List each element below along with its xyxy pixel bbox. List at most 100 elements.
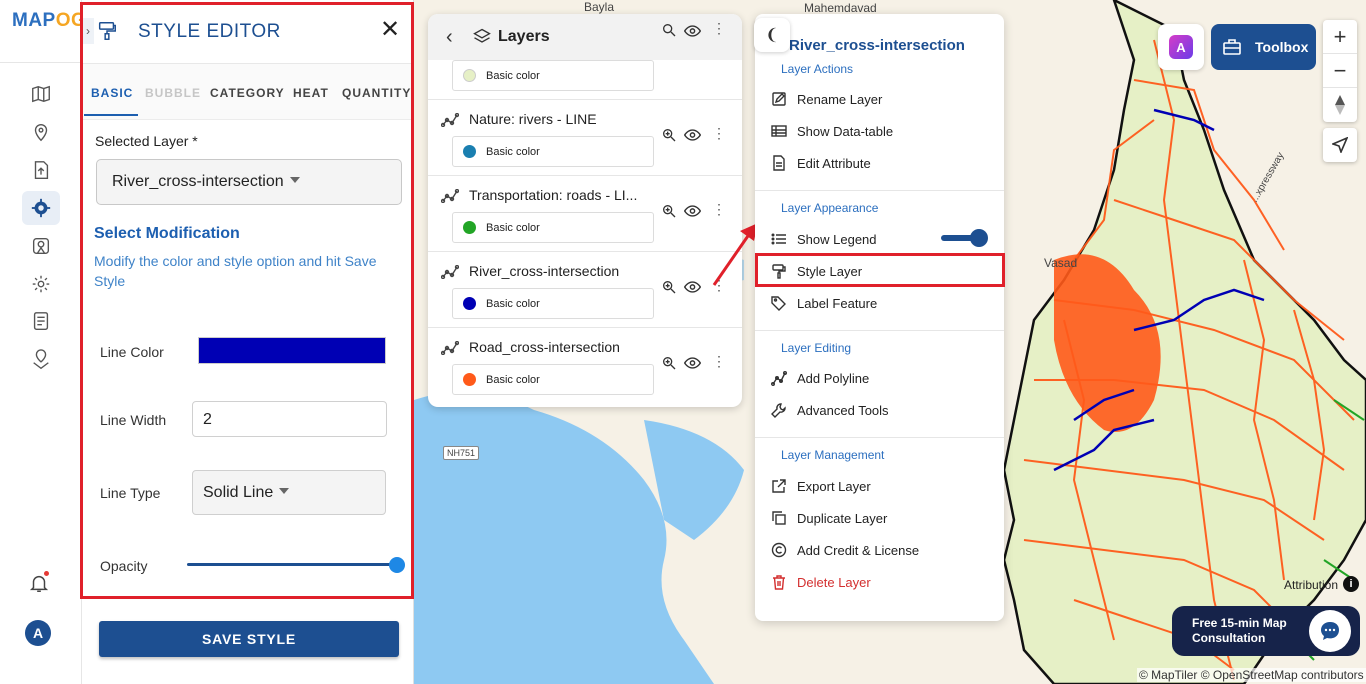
layer-color-picker[interactable]: Basic color xyxy=(452,212,654,243)
chevron-down-icon xyxy=(289,177,300,183)
save-style-button[interactable]: SAVE STYLE xyxy=(99,621,399,657)
edit-icon xyxy=(772,92,786,106)
page-title: STYLE EDITOR xyxy=(138,21,281,42)
toolbox-button[interactable]: Toolbox xyxy=(1211,24,1316,70)
visibility-eye-icon[interactable] xyxy=(684,128,701,142)
paint-roller-icon xyxy=(772,264,786,279)
upload-icon[interactable] xyxy=(22,153,60,187)
menu-item-style-layer[interactable]: Style Layer xyxy=(771,259,1003,285)
opacity-slider-track[interactable] xyxy=(187,563,401,566)
line-width-input[interactable]: 2 xyxy=(192,401,387,437)
close-icon[interactable]: ✕ xyxy=(380,18,400,42)
wrench-icon xyxy=(771,403,786,418)
line-color-label: Line Color xyxy=(100,344,164,360)
info-icon[interactable]: i xyxy=(1343,576,1359,592)
app-logo[interactable]: MAPOG xyxy=(12,10,86,32)
layers-panel: ‹ Layers Basic color ⋮ Nature: rivers - … xyxy=(428,14,742,407)
select-modification-desc: Modify the color and style option and hi… xyxy=(94,253,377,289)
copyright-icon xyxy=(771,542,787,558)
zoom-controls: + − xyxy=(1323,20,1357,122)
line-type-dropdown[interactable]: Solid Line xyxy=(192,470,386,515)
layer-color-picker[interactable]: Basic color xyxy=(452,136,654,167)
collapse-menu-button[interactable]: ❨ xyxy=(754,18,790,52)
tab-heat[interactable]: HEAT xyxy=(293,86,329,100)
visibility-eye-icon[interactable] xyxy=(684,280,701,294)
tab-basic[interactable]: BASIC xyxy=(91,86,133,100)
zoom-to-layer-icon[interactable] xyxy=(661,279,677,295)
cog-icon[interactable] xyxy=(22,267,60,301)
settings-gear-icon[interactable] xyxy=(22,191,60,225)
consultation-banner[interactable]: Free 15-min Map Consultation xyxy=(1172,606,1360,656)
zoom-to-layer-icon[interactable] xyxy=(661,22,677,38)
menu-item-duplicate-layer[interactable]: Duplicate Layer xyxy=(771,506,1003,532)
section-layer-management: Layer Management xyxy=(781,448,885,462)
section-layer-editing: Layer Editing xyxy=(781,341,852,355)
locate-me-button[interactable] xyxy=(1323,128,1357,162)
more-options-icon[interactable]: ⋮ xyxy=(712,353,726,370)
menu-item-delete-layer[interactable]: Delete Layer xyxy=(771,570,1003,596)
menu-item-label-feature[interactable]: Label Feature xyxy=(771,291,1003,317)
selected-layer-dropdown[interactable]: River_cross-intersection xyxy=(96,159,402,205)
visibility-eye-icon[interactable] xyxy=(684,204,701,218)
visibility-eye-icon[interactable] xyxy=(684,356,701,370)
tab-category[interactable]: CATEGORY xyxy=(210,86,285,100)
place-label-mahemdavad: Mahemdavad xyxy=(804,1,877,15)
layer-color-picker[interactable]: Basic color xyxy=(452,60,654,91)
menu-item-show-datatable[interactable]: Show Data-table xyxy=(771,119,1003,145)
divider xyxy=(755,437,1004,438)
analysis-icon[interactable] xyxy=(22,229,60,263)
style-tabs: BASIC BUBBLE CATEGORY HEAT QUANTITY xyxy=(82,64,414,120)
layer-color-picker[interactable]: Basic color xyxy=(452,364,654,395)
selected-layer-label: Selected Layer * xyxy=(95,133,198,149)
show-legend-toggle-thumb[interactable] xyxy=(970,229,988,247)
collapse-panel-button[interactable]: › xyxy=(82,18,94,44)
form-icon[interactable] xyxy=(22,304,60,338)
visibility-eye-icon[interactable] xyxy=(684,24,701,38)
document-icon xyxy=(773,155,785,171)
map-icon[interactable] xyxy=(22,77,60,111)
layer-context-menu: River_cross-intersection Layer Actions R… xyxy=(755,14,1004,621)
compass-button[interactable] xyxy=(1323,88,1357,122)
menu-item-advanced-tools[interactable]: Advanced Tools xyxy=(771,398,1003,424)
road-shield-nh751: NH751 xyxy=(443,446,480,460)
copy-icon xyxy=(772,511,786,525)
layer-row[interactable]: River_cross-intersection Basic color ⋮ xyxy=(428,252,742,328)
color-dot xyxy=(463,69,476,82)
attribution-label[interactable]: Attribution xyxy=(1284,578,1338,592)
layer-row[interactable]: Basic color ⋮ xyxy=(428,20,742,100)
layer-color-picker[interactable]: Basic color xyxy=(452,288,654,319)
zoom-out-button[interactable]: − xyxy=(1323,54,1357,88)
layer-row[interactable]: Nature: rivers - LINE Basic color ⋮ xyxy=(428,100,742,176)
zoom-in-button[interactable]: + xyxy=(1323,20,1357,54)
layer-row[interactable]: Transportation: roads - LI... Basic colo… xyxy=(428,176,742,252)
zoom-to-layer-icon[interactable] xyxy=(661,355,677,371)
line-layer-icon xyxy=(441,113,459,127)
line-width-label: Line Width xyxy=(100,412,167,428)
export-icon xyxy=(772,479,786,493)
briefcase-icon xyxy=(1223,39,1241,55)
layer-row[interactable]: Road_cross-intersection Basic color ⋮ xyxy=(428,328,742,404)
opacity-slider-thumb[interactable] xyxy=(389,557,405,573)
menu-item-export-layer[interactable]: Export Layer xyxy=(771,474,1003,500)
more-options-icon[interactable]: ⋮ xyxy=(712,125,726,142)
layer-name: Transportation: roads - LI... xyxy=(469,187,638,203)
menu-item-rename-layer[interactable]: Rename Layer xyxy=(771,87,1003,113)
ai-assistant-button[interactable]: A xyxy=(1158,24,1204,70)
menu-item-add-credit[interactable]: Add Credit & License xyxy=(771,538,1003,564)
zoom-to-layer-icon[interactable] xyxy=(661,203,677,219)
more-options-icon[interactable]: ⋮ xyxy=(712,20,726,37)
chat-button[interactable] xyxy=(1309,610,1351,652)
location-pin-icon[interactable] xyxy=(22,115,60,149)
style-editor-panel: › STYLE EDITOR ✕ BASIC BUBBLE CATEGORY H… xyxy=(82,0,414,684)
opacity-label: Opacity xyxy=(100,558,148,574)
line-color-swatch[interactable] xyxy=(198,337,386,364)
menu-item-edit-attribute[interactable]: Edit Attribute xyxy=(771,151,1003,177)
zoom-to-layer-icon[interactable] xyxy=(661,127,677,143)
tag-icon xyxy=(771,296,786,311)
menu-item-add-polyline[interactable]: Add Polyline xyxy=(771,366,1003,392)
consultation-text: Free 15-min Map Consultation xyxy=(1192,616,1287,645)
polyline-icon xyxy=(771,371,787,386)
avatar[interactable]: A xyxy=(25,620,51,646)
geo-location-icon[interactable] xyxy=(22,343,60,377)
tab-quantity[interactable]: QUANTITY xyxy=(342,86,411,100)
